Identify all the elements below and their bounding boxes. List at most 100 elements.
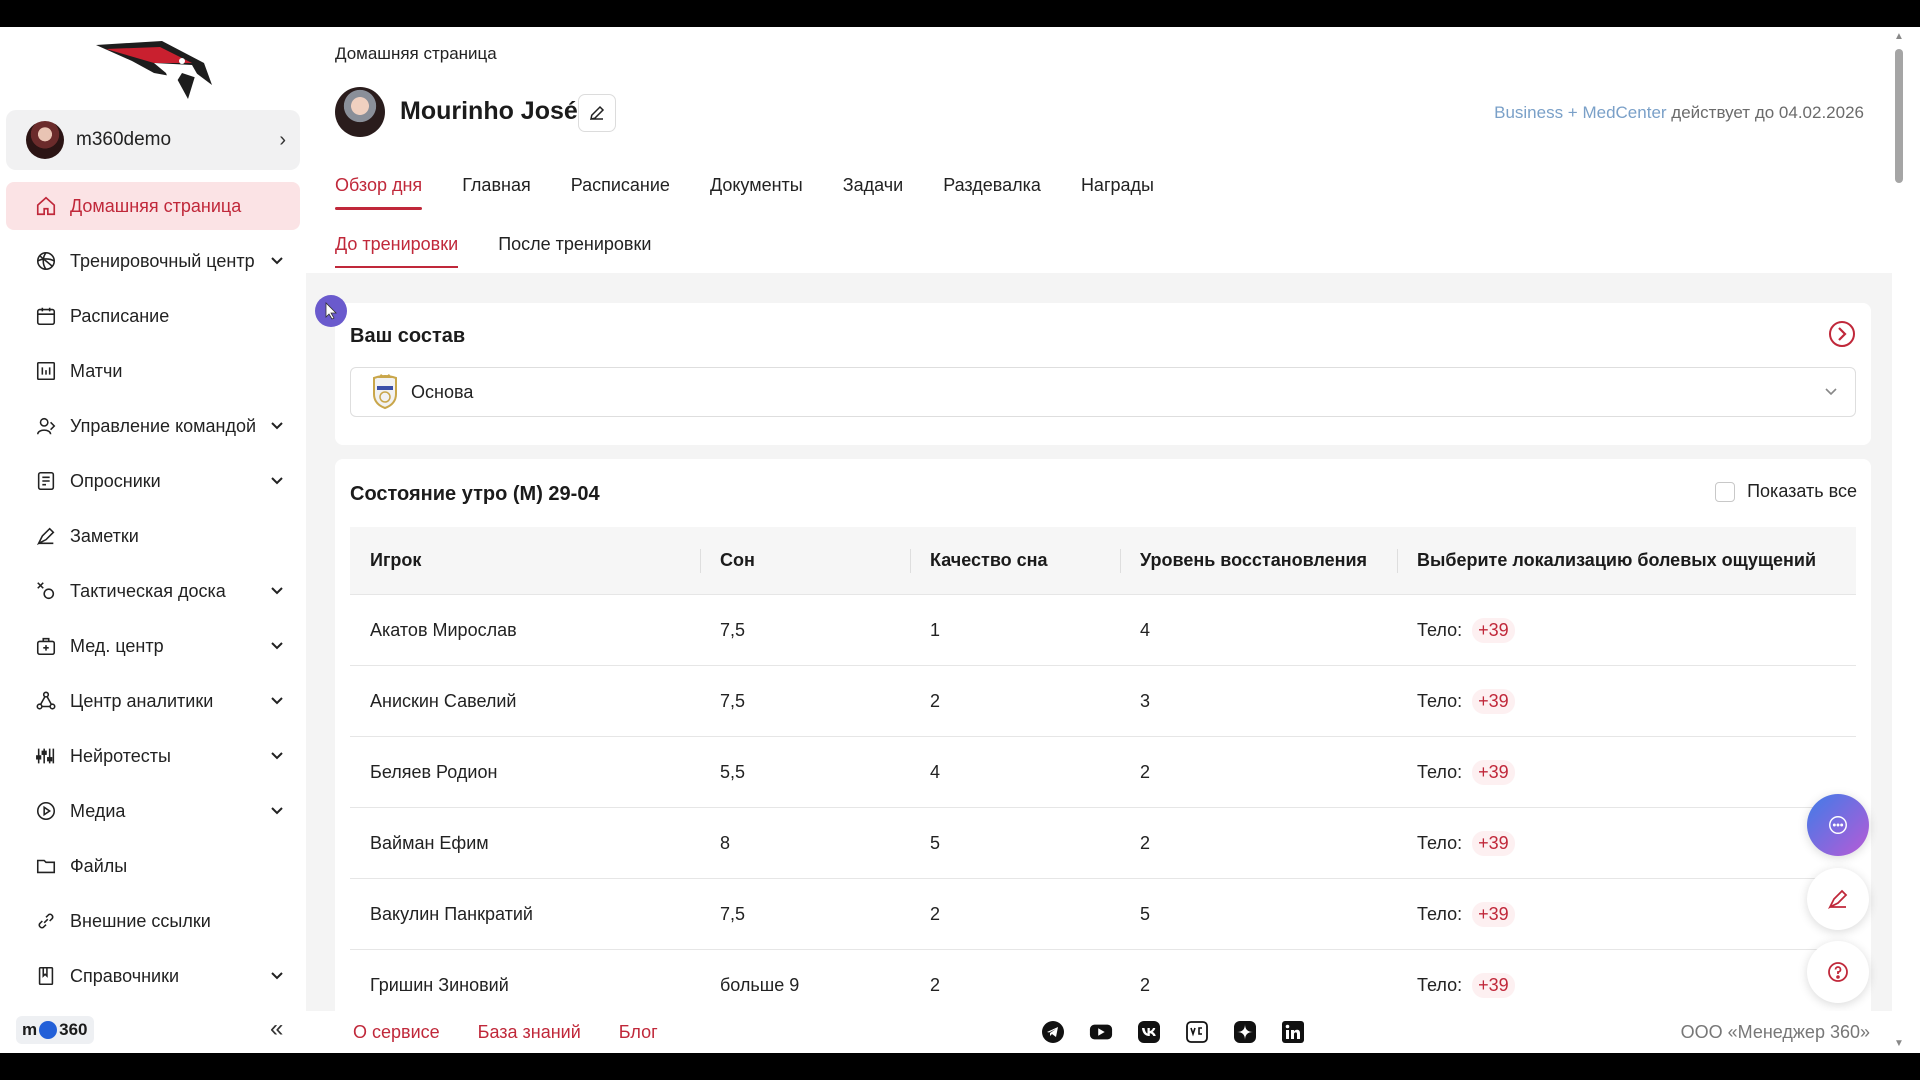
table-row[interactable]: Акатов Мирослав 7,5 1 4 Тело: +39 [350, 595, 1856, 666]
sleep-quality-value: 2 [930, 974, 941, 995]
sidebar-item-label: Мед. центр [70, 635, 164, 656]
scroll-down-icon[interactable]: ▼ [1894, 1038, 1904, 1049]
sidebar-item-neurotests[interactable]: Нейротесты [6, 732, 300, 780]
vc-icon[interactable] [1185, 1020, 1209, 1044]
avatar [26, 121, 64, 159]
sidebar-item-tactics-board[interactable]: Тактическая доска [6, 567, 300, 615]
sleep-value: больше 9 [720, 974, 800, 995]
footer-link-about[interactable]: О сервисе [353, 1022, 440, 1043]
tab-documents[interactable]: Документы [710, 175, 803, 210]
linkedin-icon[interactable] [1281, 1020, 1305, 1044]
sidebar-item-surveys[interactable]: Опросники [6, 457, 300, 505]
tab-schedule[interactable]: Расписание [571, 175, 670, 210]
lineup-select[interactable]: Основа [350, 367, 1856, 417]
sidebar-item-label: Центр аналитики [70, 690, 214, 711]
sidebar-item-analytics[interactable]: Центр аналитики [6, 677, 300, 725]
lineup-open-button[interactable] [1827, 319, 1857, 349]
youtube-icon[interactable] [1089, 1020, 1113, 1044]
pain-location-cell: Тело: +39 [1397, 688, 1856, 714]
sidebar-item-schedule[interactable]: Расписание [6, 292, 300, 340]
pain-location-cell: Тело: +39 [1397, 830, 1856, 856]
recovery-value: 2 [1140, 974, 1151, 995]
cursor-indicator-icon [315, 295, 347, 327]
license-plan[interactable]: Business + MedCenter [1494, 103, 1666, 122]
sidebar-item-label: Внешние ссылки [70, 910, 211, 931]
sidebar-item-matches[interactable]: Матчи [6, 347, 300, 395]
body-count-badge[interactable]: +39 [1472, 901, 1515, 927]
vk-icon[interactable] [1137, 1020, 1161, 1044]
body-count-badge[interactable]: +39 [1472, 972, 1515, 998]
edit-profile-button[interactable] [578, 94, 616, 132]
chevron-down-icon [268, 637, 286, 655]
body-label: Тело: [1417, 903, 1463, 924]
sidebar-item-med-center[interactable]: Мед. центр [6, 622, 300, 670]
sidebar-item-label: Домашняя страница [70, 195, 242, 216]
table-row[interactable]: Анискин Савелий 7,5 2 3 Тело: +39 [350, 666, 1856, 737]
pen-icon [34, 524, 58, 548]
table-row[interactable]: Беляев Родион 5,5 4 2 Тело: +39 [350, 737, 1856, 808]
tab-main[interactable]: Главная [462, 175, 531, 210]
link-icon [34, 909, 58, 933]
tab-day-overview[interactable]: Обзор дня [335, 175, 423, 210]
chat-button[interactable] [1807, 794, 1869, 856]
dzen-icon[interactable] [1233, 1020, 1257, 1044]
column-header-sleep[interactable]: Сон [700, 527, 910, 594]
table-row[interactable]: Вайман Ефим 8 5 2 Тело: +39 [350, 808, 1856, 879]
collapse-sidebar-button[interactable]: « [270, 1015, 283, 1043]
sidebar-item-training-center[interactable]: Тренировочный центр [6, 237, 300, 285]
telegram-icon[interactable] [1041, 1020, 1065, 1044]
club-logo[interactable] [92, 33, 216, 103]
body-count-badge[interactable]: +39 [1472, 617, 1515, 643]
tab-locker-room[interactable]: Раздевалка [943, 175, 1041, 210]
tab-tasks[interactable]: Задачи [843, 175, 903, 210]
subtab-before-training[interactable]: До тренировки [335, 234, 459, 268]
brand-logo[interactable]: m 360 [16, 1016, 94, 1044]
sleep-value: 7,5 [720, 903, 746, 924]
body-count-badge[interactable]: +39 [1472, 688, 1515, 714]
recovery-value: 2 [1140, 761, 1151, 782]
vertical-scrollbar[interactable]: ▲ ▼ [1892, 27, 1906, 1053]
sidebar-item-label: Опросники [70, 470, 161, 491]
show-all-checkbox[interactable] [1715, 481, 1736, 502]
sidebar-item-references[interactable]: Справочники [6, 952, 300, 1000]
player-name: Гришин Зиновий [370, 974, 509, 995]
column-header-pain-location[interactable]: Выберите локализацию болевых ощущений [1397, 527, 1856, 594]
social-links [1041, 1020, 1305, 1044]
scrollbar-thumb[interactable] [1895, 49, 1903, 183]
sidebar-item-label: Нейротесты [70, 745, 171, 766]
column-header-sleep-quality[interactable]: Качество сна [910, 527, 1120, 594]
show-all-toggle[interactable]: Показать все [1715, 481, 1857, 502]
sidebar-item-team-management[interactable]: Управление командой [6, 402, 300, 450]
sidebar-item-notes[interactable]: Заметки [6, 512, 300, 560]
profile-card[interactable]: m360demo › [6, 110, 300, 170]
chevron-right-icon: › [279, 128, 286, 151]
morning-state-card: Состояние утро (М) 29-04 Показать все Иг… [335, 459, 1871, 1053]
help-button[interactable] [1807, 941, 1869, 1003]
chevron-down-icon [268, 967, 286, 985]
sidebar-item-label: Заметки [70, 525, 139, 546]
brand-ball-icon [39, 1021, 58, 1039]
body-label: Тело: [1417, 832, 1463, 853]
book-icon [34, 964, 58, 988]
scroll-up-icon[interactable]: ▲ [1894, 31, 1904, 42]
body-label: Тело: [1417, 690, 1463, 711]
sidebar-item-files[interactable]: Файлы [6, 842, 300, 890]
quick-note-button[interactable] [1807, 868, 1869, 930]
table-row[interactable]: Вакулин Панкратий 7,5 2 5 Тело: +39 [350, 879, 1856, 950]
body-label: Тело: [1417, 974, 1463, 995]
player-name: Беляев Родион [370, 761, 498, 782]
column-header-recovery[interactable]: Уровень восстановления [1120, 527, 1397, 594]
tab-awards[interactable]: Награды [1081, 175, 1154, 210]
body-count-badge[interactable]: +39 [1472, 830, 1515, 856]
app-window: m360demo › Домашняя страница Тренировочн… [0, 27, 1920, 1053]
column-header-player[interactable]: Игрок [350, 527, 700, 594]
body-count-badge[interactable]: +39 [1472, 759, 1515, 785]
sidebar-item-media[interactable]: Медиа [6, 787, 300, 835]
footer-link-blog[interactable]: Блог [619, 1022, 658, 1043]
player-name: Вакулин Панкратий [370, 903, 533, 924]
sidebar-item-home[interactable]: Домашняя страница [6, 182, 300, 230]
subtab-after-training[interactable]: После тренировки [498, 234, 651, 268]
footer-link-knowledge-base[interactable]: База знаний [478, 1022, 581, 1043]
sidebar-item-external-links[interactable]: Внешние ссылки [6, 897, 300, 945]
table-header: Игрок Сон Качество сна Уровень восстанов… [350, 527, 1856, 595]
